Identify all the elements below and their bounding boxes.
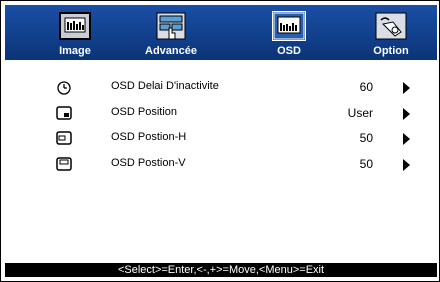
monitor-image-icon (59, 12, 91, 40)
osd-window-icon (272, 11, 306, 41)
chevron-right-icon[interactable] (403, 133, 410, 145)
tab-option-label: Option (373, 45, 409, 57)
tab-advanced[interactable]: Advancée (131, 5, 211, 60)
advanced-hand-icon (156, 12, 186, 40)
list-item-label: OSD Postion-H (111, 131, 187, 143)
osd-settings-list: OSD Delai D'inactivite 60 OSD Position U… (5, 63, 437, 267)
tab-advanced-label: Advancée (145, 45, 197, 57)
tab-bar: Image Advancée OSD Option (5, 5, 437, 60)
chevron-right-icon[interactable] (403, 82, 410, 94)
list-item-osd-position[interactable]: OSD Position User (5, 102, 437, 126)
tab-image[interactable]: Image (35, 5, 115, 60)
osd-menu: Image Advancée OSD Option OSD Delai D'in… (0, 0, 440, 282)
tab-osd-label: OSD (277, 45, 301, 57)
list-item-label: OSD Delai D'inactivite (111, 80, 219, 92)
list-item-label: OSD Postion-V (111, 157, 186, 169)
horizontal-position-icon (56, 131, 72, 145)
list-item-osd-position-h[interactable]: OSD Postion-H 50 (5, 127, 437, 151)
tab-osd[interactable]: OSD (249, 5, 329, 60)
list-item-osd-position-v[interactable]: OSD Postion-V 50 (5, 153, 437, 177)
chevron-right-icon[interactable] (403, 108, 410, 120)
list-item-value: 50 (359, 157, 373, 171)
timer-icon (57, 81, 71, 95)
chevron-right-icon[interactable] (403, 159, 410, 171)
list-item-osd-timeout[interactable]: OSD Delai D'inactivite 60 (5, 76, 437, 100)
position-icon (56, 106, 72, 120)
tab-image-label: Image (59, 45, 91, 57)
list-item-value: User (347, 106, 373, 120)
option-hand-icon (375, 12, 407, 40)
list-item-label: OSD Position (111, 106, 178, 118)
tab-option[interactable]: Option (351, 5, 431, 60)
list-item-value: 60 (359, 80, 373, 94)
list-item-value: 50 (359, 131, 373, 145)
vertical-position-icon (56, 157, 72, 171)
help-bar: <Select>=Enter,<-,+>=Move,<Menu>=Exit (5, 263, 437, 277)
